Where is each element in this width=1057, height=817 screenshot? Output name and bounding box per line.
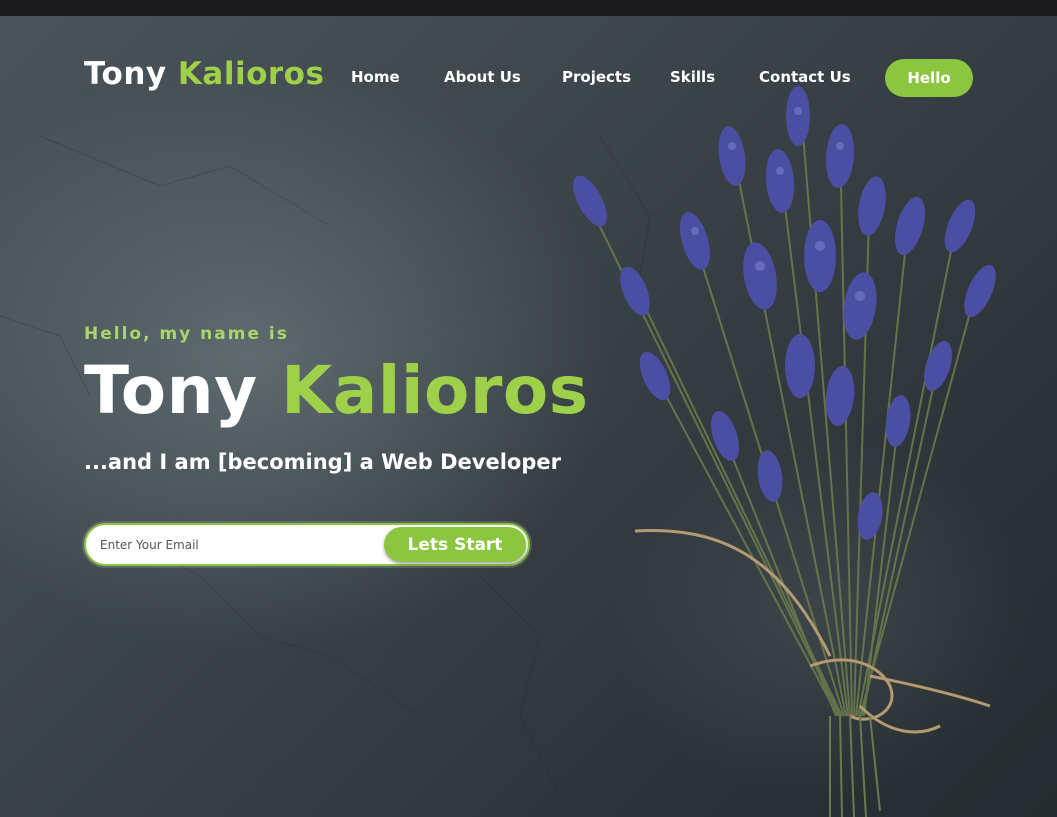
logo-first-name: Tony: [84, 56, 167, 92]
email-input[interactable]: [100, 525, 380, 564]
hero-last-name: Kalioros: [281, 352, 589, 429]
email-signup-form: Lets Start: [84, 523, 530, 566]
nav-home[interactable]: Home: [351, 68, 400, 86]
hero-name: Tony Kalioros: [84, 352, 589, 429]
nav-contact-us[interactable]: Contact Us: [759, 68, 851, 86]
nav-about-us[interactable]: About Us: [444, 68, 521, 86]
lets-start-button[interactable]: Lets Start: [384, 527, 526, 562]
browser-top-bar: [0, 0, 1057, 16]
nav-skills[interactable]: Skills: [670, 68, 715, 86]
hero-intro: Hello, my name is: [84, 324, 289, 344]
hero-tagline: ...and I am [becoming] a Web Developer: [84, 450, 561, 474]
hero-section: Tony Kalioros Home About Us Projects Ski…: [0, 16, 1057, 817]
logo-last-name: Kalioros: [177, 56, 325, 92]
hello-button[interactable]: Hello: [885, 59, 973, 97]
lavender-bouquet-image: [573, 86, 996, 817]
nav-projects[interactable]: Projects: [562, 68, 631, 86]
hero-first-name: Tony: [84, 352, 258, 429]
site-logo[interactable]: Tony Kalioros: [84, 56, 324, 92]
